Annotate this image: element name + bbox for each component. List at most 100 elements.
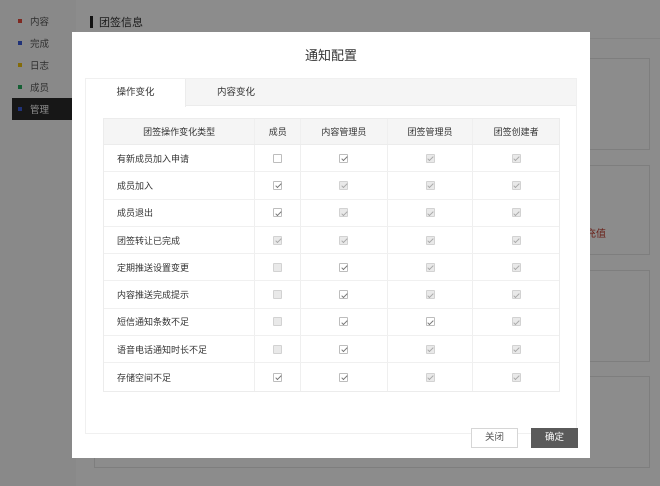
notification-config-dialog: 通知配置 操作变化 内容变化 团签操作变化类型 成员 内容管理员 团签管理员 团…	[72, 32, 590, 458]
checkbox-team-admin	[425, 290, 435, 300]
tab-content-changes[interactable]: 内容变化	[186, 79, 286, 106]
column-header-type: 团签操作变化类型	[104, 119, 256, 144]
table-row: 内容推送完成提示	[104, 281, 559, 309]
checkbox-member	[273, 262, 283, 272]
checkbox-content-admin	[339, 180, 349, 190]
row-type-label: 成员加入	[104, 172, 256, 199]
row-type-label: 团签转让已完成	[104, 226, 256, 254]
checkbox-content-admin[interactable]	[339, 262, 349, 272]
checkbox-content-admin[interactable]	[339, 317, 349, 327]
checkbox-member[interactable]	[273, 208, 283, 218]
checkbox-cell	[301, 308, 388, 336]
checkbox-member	[273, 317, 283, 327]
checkbox-cell	[301, 363, 388, 391]
checkbox-member[interactable]	[273, 153, 283, 163]
checkbox-creator	[511, 344, 521, 354]
checkbox-cell	[388, 281, 474, 308]
checkbox-cell	[301, 226, 388, 254]
checkbox-cell	[473, 227, 559, 253]
checkbox-cell	[301, 254, 388, 281]
checkbox-cell	[255, 172, 302, 199]
checkbox-creator	[511, 290, 521, 300]
checkbox-member[interactable]	[273, 372, 283, 382]
checkbox-cell	[255, 199, 302, 226]
checkbox-creator	[511, 317, 521, 327]
checkbox-content-admin	[339, 235, 349, 245]
tab-bar: 操作变化 内容变化	[86, 79, 576, 107]
checkbox-cell	[388, 172, 474, 199]
checkbox-creator	[511, 372, 521, 382]
checkbox-cell	[473, 200, 559, 226]
checkbox-cell	[388, 254, 474, 281]
checkbox-cell	[255, 226, 302, 254]
checkbox-cell	[388, 199, 474, 226]
checkbox-cell	[255, 336, 302, 363]
checkbox-team-admin	[425, 344, 435, 354]
checkbox-cell	[255, 281, 302, 308]
tab-panel: 操作变化 内容变化 团签操作变化类型 成员 内容管理员 团签管理员 团签创建者 …	[85, 78, 577, 434]
checkbox-cell	[473, 172, 559, 198]
column-header-member: 成员	[255, 119, 302, 144]
checkbox-content-admin[interactable]	[339, 372, 349, 382]
checkbox-cell	[473, 363, 559, 390]
checkbox-cell	[473, 336, 559, 362]
table-row: 存储空间不足	[104, 363, 559, 391]
checkbox-cell	[473, 281, 559, 307]
checkbox-cell	[301, 199, 388, 226]
checkbox-creator	[511, 235, 521, 245]
row-type-label: 语音电话通知时长不足	[104, 336, 256, 363]
table-row: 语音电话通知时长不足	[104, 336, 559, 364]
notification-table: 团签操作变化类型 成员 内容管理员 团签管理员 团签创建者 有新成员加入申请 成员…	[103, 118, 560, 392]
checkbox-cell	[388, 336, 474, 363]
checkbox-cell	[301, 145, 388, 172]
row-type-label: 成员退出	[104, 199, 256, 226]
checkbox-creator	[511, 153, 521, 163]
checkbox-cell	[388, 145, 474, 172]
checkbox-team-admin	[425, 208, 435, 218]
row-type-label: 定期推送设置变更	[104, 254, 256, 281]
checkbox-member	[273, 344, 283, 354]
checkbox-cell	[388, 363, 474, 391]
checkbox-team-admin	[425, 372, 435, 382]
checkbox-content-admin[interactable]	[339, 344, 349, 354]
close-button[interactable]: 关闭	[471, 428, 518, 448]
checkbox-creator	[511, 262, 521, 272]
row-type-label: 有新成员加入申请	[104, 145, 256, 172]
checkbox-cell	[301, 172, 388, 199]
table-row: 定期推送设置变更	[104, 254, 559, 282]
checkbox-cell	[255, 254, 302, 281]
checkbox-cell	[301, 281, 388, 308]
checkbox-cell	[255, 145, 302, 172]
checkbox-member	[273, 290, 283, 300]
checkbox-content-admin[interactable]	[339, 153, 349, 163]
checkbox-content-admin[interactable]	[339, 290, 349, 300]
checkbox-cell	[473, 145, 559, 171]
table-body: 有新成员加入申请 成员加入 成员退出 团签转让已完成 定期推送设置变更 内容推送完成提示短…	[104, 145, 559, 391]
table-row: 成员加入	[104, 172, 559, 200]
checkbox-content-admin	[339, 208, 349, 218]
checkbox-cell	[473, 254, 559, 280]
table-row: 有新成员加入申请	[104, 145, 559, 173]
row-type-label: 内容推送完成提示	[104, 281, 256, 308]
checkbox-member[interactable]	[273, 180, 283, 190]
checkbox-cell	[301, 336, 388, 363]
checkbox-cell	[255, 363, 302, 391]
table-row: 成员退出	[104, 199, 559, 227]
table-row: 团签转让已完成	[104, 226, 559, 255]
checkbox-cell	[255, 308, 302, 336]
checkbox-team-admin[interactable]	[425, 317, 435, 327]
checkbox-cell	[388, 226, 474, 254]
table-header: 团签操作变化类型 成员 内容管理员 团签管理员 团签创建者	[104, 119, 559, 145]
checkbox-cell	[388, 308, 474, 336]
checkbox-member	[273, 235, 283, 245]
checkbox-team-admin	[425, 180, 435, 190]
checkbox-creator	[511, 208, 521, 218]
confirm-button[interactable]: 确定	[531, 428, 578, 448]
row-type-label: 存储空间不足	[104, 363, 256, 391]
column-header-creator: 团签创建者	[493, 128, 539, 138]
dialog-title: 通知配置	[304, 49, 357, 64]
checkbox-team-admin	[425, 153, 435, 163]
checkbox-team-admin	[425, 235, 435, 245]
tab-operation-changes[interactable]: 操作变化	[86, 79, 186, 107]
checkbox-cell	[473, 309, 559, 335]
